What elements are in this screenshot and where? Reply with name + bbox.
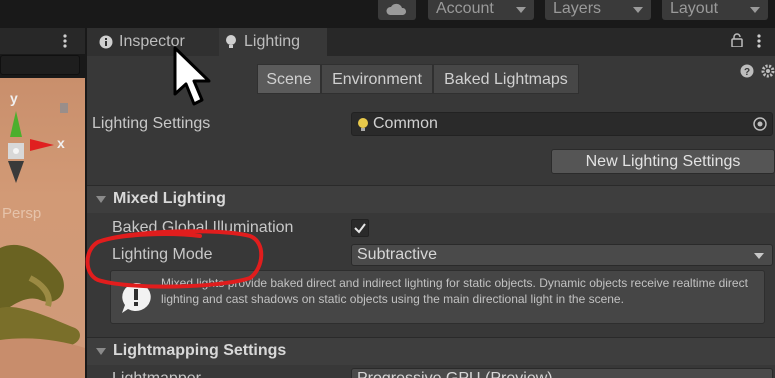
lighting-mode-dropdown[interactable]: Subtractive <box>351 244 773 266</box>
new-lighting-settings-button[interactable]: New Lighting Settings <box>551 149 775 174</box>
more-options-icon[interactable] <box>756 33 762 49</box>
lightmapper-label: Lightmapper <box>112 370 201 378</box>
tab-lighting-label: Lighting <box>244 33 301 50</box>
lightmapping-settings-header[interactable]: Lightmapping Settings <box>87 337 775 365</box>
foldout-arrow-icon <box>96 348 106 355</box>
lighting-settings-field[interactable]: Common <box>351 112 773 136</box>
chevron-down-icon <box>633 7 643 13</box>
layers-label: Layers <box>553 0 602 17</box>
cloud-button[interactable] <box>378 0 416 20</box>
lightmapping-settings-title: Lightmapping Settings <box>113 342 287 359</box>
object-picker-icon[interactable] <box>752 116 768 132</box>
lighting-settings-value: Common <box>373 115 438 132</box>
help-icon[interactable]: ? <box>740 64 754 78</box>
scene-view[interactable]: y x Persp <box>0 78 85 378</box>
account-dropdown[interactable]: Account <box>428 0 534 20</box>
new-lighting-settings-label: New Lighting Settings <box>585 153 741 170</box>
lightmapper-dropdown[interactable]: Progressive GPU (Preview) <box>351 368 773 378</box>
tab-environment-label: Environment <box>332 71 422 88</box>
tab-environment[interactable]: Environment <box>321 64 433 94</box>
lighting-settings-label: Lighting Settings <box>92 115 211 132</box>
info-icon <box>99 35 113 49</box>
svg-text:?: ? <box>744 67 750 78</box>
foldout-arrow-icon <box>96 196 106 203</box>
annotation-circle <box>85 229 264 289</box>
layout-label: Layout <box>670 0 719 17</box>
lightmapper-value: Progressive GPU (Preview) <box>357 370 553 378</box>
checkmark-icon <box>354 223 366 234</box>
tab-baked-lightmaps-label: Baked Lightmaps <box>444 71 568 88</box>
mixed-lighting-header[interactable]: Mixed Lighting <box>87 185 775 213</box>
tab-lighting[interactable]: Lighting <box>219 28 327 56</box>
tab-baked-lightmaps[interactable]: Baked Lightmaps <box>433 64 579 94</box>
chevron-down-icon <box>516 7 526 13</box>
top-toolbar: Account Layers Layout <box>0 0 775 22</box>
gizmo-x-label: x <box>57 135 65 151</box>
lighting-mode-value: Subtractive <box>357 246 438 263</box>
lightbulb-icon <box>226 35 236 48</box>
baked-gi-checkbox[interactable] <box>351 219 369 237</box>
perspective-label[interactable]: Persp <box>2 205 41 222</box>
tab-scene-label: Scene <box>266 71 312 88</box>
scene-search-input[interactable] <box>0 55 80 75</box>
lock-icon[interactable] <box>731 33 743 47</box>
more-options-icon[interactable] <box>62 33 68 49</box>
mixed-lighting-title: Mixed Lighting <box>113 190 226 207</box>
tab-scene[interactable]: Scene <box>257 64 321 94</box>
layers-dropdown[interactable]: Layers <box>545 0 651 20</box>
lightbulb-icon <box>358 118 368 131</box>
account-label: Account <box>436 0 494 17</box>
settings-icon[interactable] <box>761 64 775 78</box>
mouse-cursor-icon <box>173 46 211 106</box>
cloud-icon <box>386 3 407 16</box>
layout-dropdown[interactable]: Layout <box>662 0 768 20</box>
scene-view-header <box>0 28 85 54</box>
chevron-down-icon <box>754 253 764 259</box>
chevron-down-icon <box>750 7 760 13</box>
